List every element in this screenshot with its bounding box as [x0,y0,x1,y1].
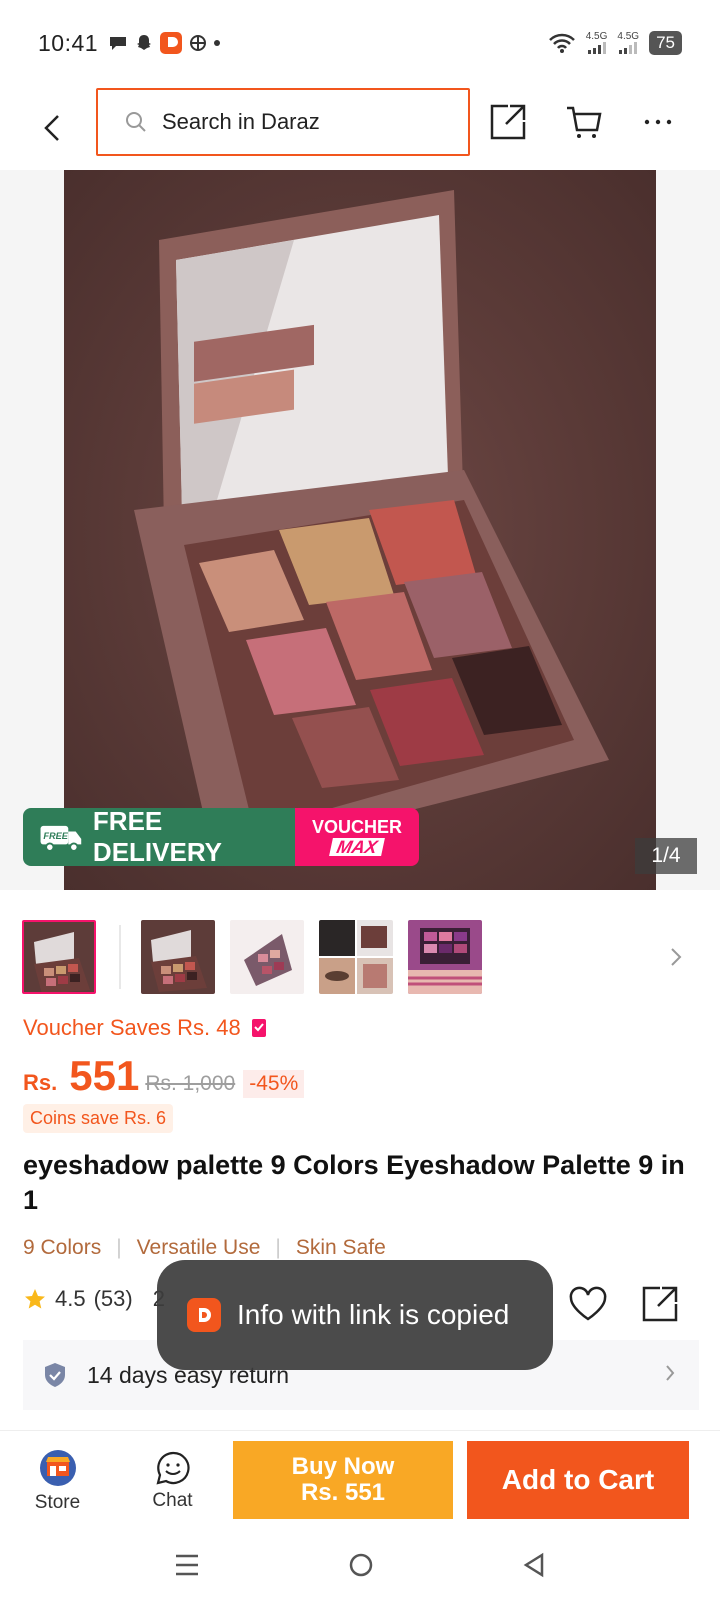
rating-count: (53) [93,1286,133,1311]
search-icon [126,112,146,132]
share-icon [642,1286,678,1322]
thumbnail-5[interactable] [408,920,482,994]
thumbnail-3[interactable] [230,920,304,994]
chat-button[interactable]: Chat [115,1450,230,1512]
snapchat-icon [137,35,152,50]
search-placeholder: Search in Daraz [162,109,320,134]
thumbnail-divider [119,925,121,989]
toast-message: Info with link is copied [237,1299,510,1330]
chat-icon [155,1451,190,1485]
tag-separator: | [275,1236,281,1259]
wifi-icon [548,33,575,53]
svg-text:FREE: FREE [43,831,68,841]
pinwheel-icon [190,35,207,51]
thumbnail-image [24,922,94,992]
home-icon[interactable] [348,1552,374,1578]
voucher-icon [251,1019,266,1037]
free-delivery-label: FREE DELIVERY [92,808,222,866]
voucher-savings[interactable]: Voucher Saves Rs. 48 [23,1015,267,1041]
product-image [64,170,656,890]
original-price: Rs. 1,000 [145,1072,236,1095]
max-label: MAX [329,837,385,857]
thumbnail-strip [22,920,702,994]
status-time: 10:41 [38,29,99,56]
tag-item: Skin Safe [295,1236,386,1259]
more-icon [644,119,672,125]
system-navigation-bar [0,1530,720,1600]
signal-2: 4.5G [617,32,639,54]
search-input[interactable]: Search in Daraz [96,88,470,156]
tag-separator: | [116,1236,122,1259]
signal-bars-icon [619,42,638,54]
buy-now-button[interactable]: Buy Now Rs. 551 [233,1441,453,1519]
chevron-right-icon[interactable] [670,947,682,967]
eyeshadow-palette-image [134,190,609,860]
coins-badge: Coins save Rs. 6 [23,1104,174,1133]
status-bar: 10:41 4.5G 4.5G 75 [0,0,720,86]
copied-toast: Info with link is copied [157,1260,553,1370]
wishlist-button[interactable] [566,1282,610,1326]
daraz-app-icon [160,32,183,54]
signal-1: 4.5G [586,32,607,54]
more-options-button[interactable] [636,100,680,144]
buy-now-label: Buy Now [291,1453,395,1480]
product-image-carousel[interactable] [0,170,720,890]
thumbnail-1[interactable] [22,920,96,994]
chat-label: Chat [152,1489,193,1511]
price-currency: Rs. [23,1070,58,1095]
store-button[interactable]: Store [0,1448,115,1514]
add-to-cart-button[interactable]: Add to Cart [467,1441,689,1519]
store-icon [39,1449,76,1486]
signal-bars-icon [587,42,606,54]
message-icon [110,37,127,50]
thumbnail-2[interactable] [141,920,215,994]
bottom-action-bar: Store Chat Buy Now Rs. 551 Add to Cart [0,1430,720,1530]
heart-icon [569,1286,607,1321]
chevron-left-icon [44,115,59,141]
product-share-button[interactable] [638,1282,682,1326]
rating-value: 4.5 [55,1286,86,1311]
recent-apps-icon[interactable] [174,1553,200,1577]
buy-now-price: Rs. 551 [300,1479,386,1506]
share-button[interactable] [486,100,530,144]
cart-button[interactable] [562,100,606,144]
discount-badge: -45% [243,1070,305,1098]
price-amount: 551 [69,1052,140,1099]
tag-item: Versatile Use [136,1236,261,1259]
product-title: eyeshadow palette 9 Colors Eyeshadow Pal… [23,1150,685,1215]
dot-icon [214,40,221,46]
tag-item: 9 Colors [23,1236,102,1259]
thumbnail-image [141,920,215,994]
back-button[interactable] [30,105,76,151]
share-icon [490,104,526,140]
price-row: Rs. 551 Rs. 1,000 -45% [23,1052,305,1100]
thumbnail-image [230,920,304,994]
top-navigation: Search in Daraz [0,86,720,170]
cart-icon [567,106,602,138]
notification-icons [108,32,221,54]
delivery-truck-icon: FREE [40,825,82,852]
daraz-logo-icon [187,1298,221,1332]
voucher-max-badge: VOUCHER MAX [295,808,419,866]
back-nav-icon[interactable] [522,1552,546,1578]
voucher-savings-text: Voucher Saves Rs. 48 [23,1015,241,1040]
chevron-right-icon [666,1365,675,1381]
thumbnail-4[interactable] [319,920,393,994]
rating-row[interactable]: 4.5 (53) 2 [23,1286,165,1312]
promo-banner[interactable]: FREE FREE DELIVERY VOUCHER MAX [23,808,419,866]
voucher-label: VOUCHER [311,817,402,837]
thumbnail-image [408,920,482,994]
thumbnail-image [319,920,393,994]
shield-check-icon [45,1363,65,1387]
free-delivery-badge: FREE FREE DELIVERY [23,808,295,866]
battery-indicator: 75 [649,31,682,55]
product-tags: 9 Colors | Versatile Use | Skin Safe [23,1236,386,1260]
store-label: Store [34,1491,81,1513]
image-pager: 1/4 [635,838,697,874]
star-icon [25,1289,45,1309]
